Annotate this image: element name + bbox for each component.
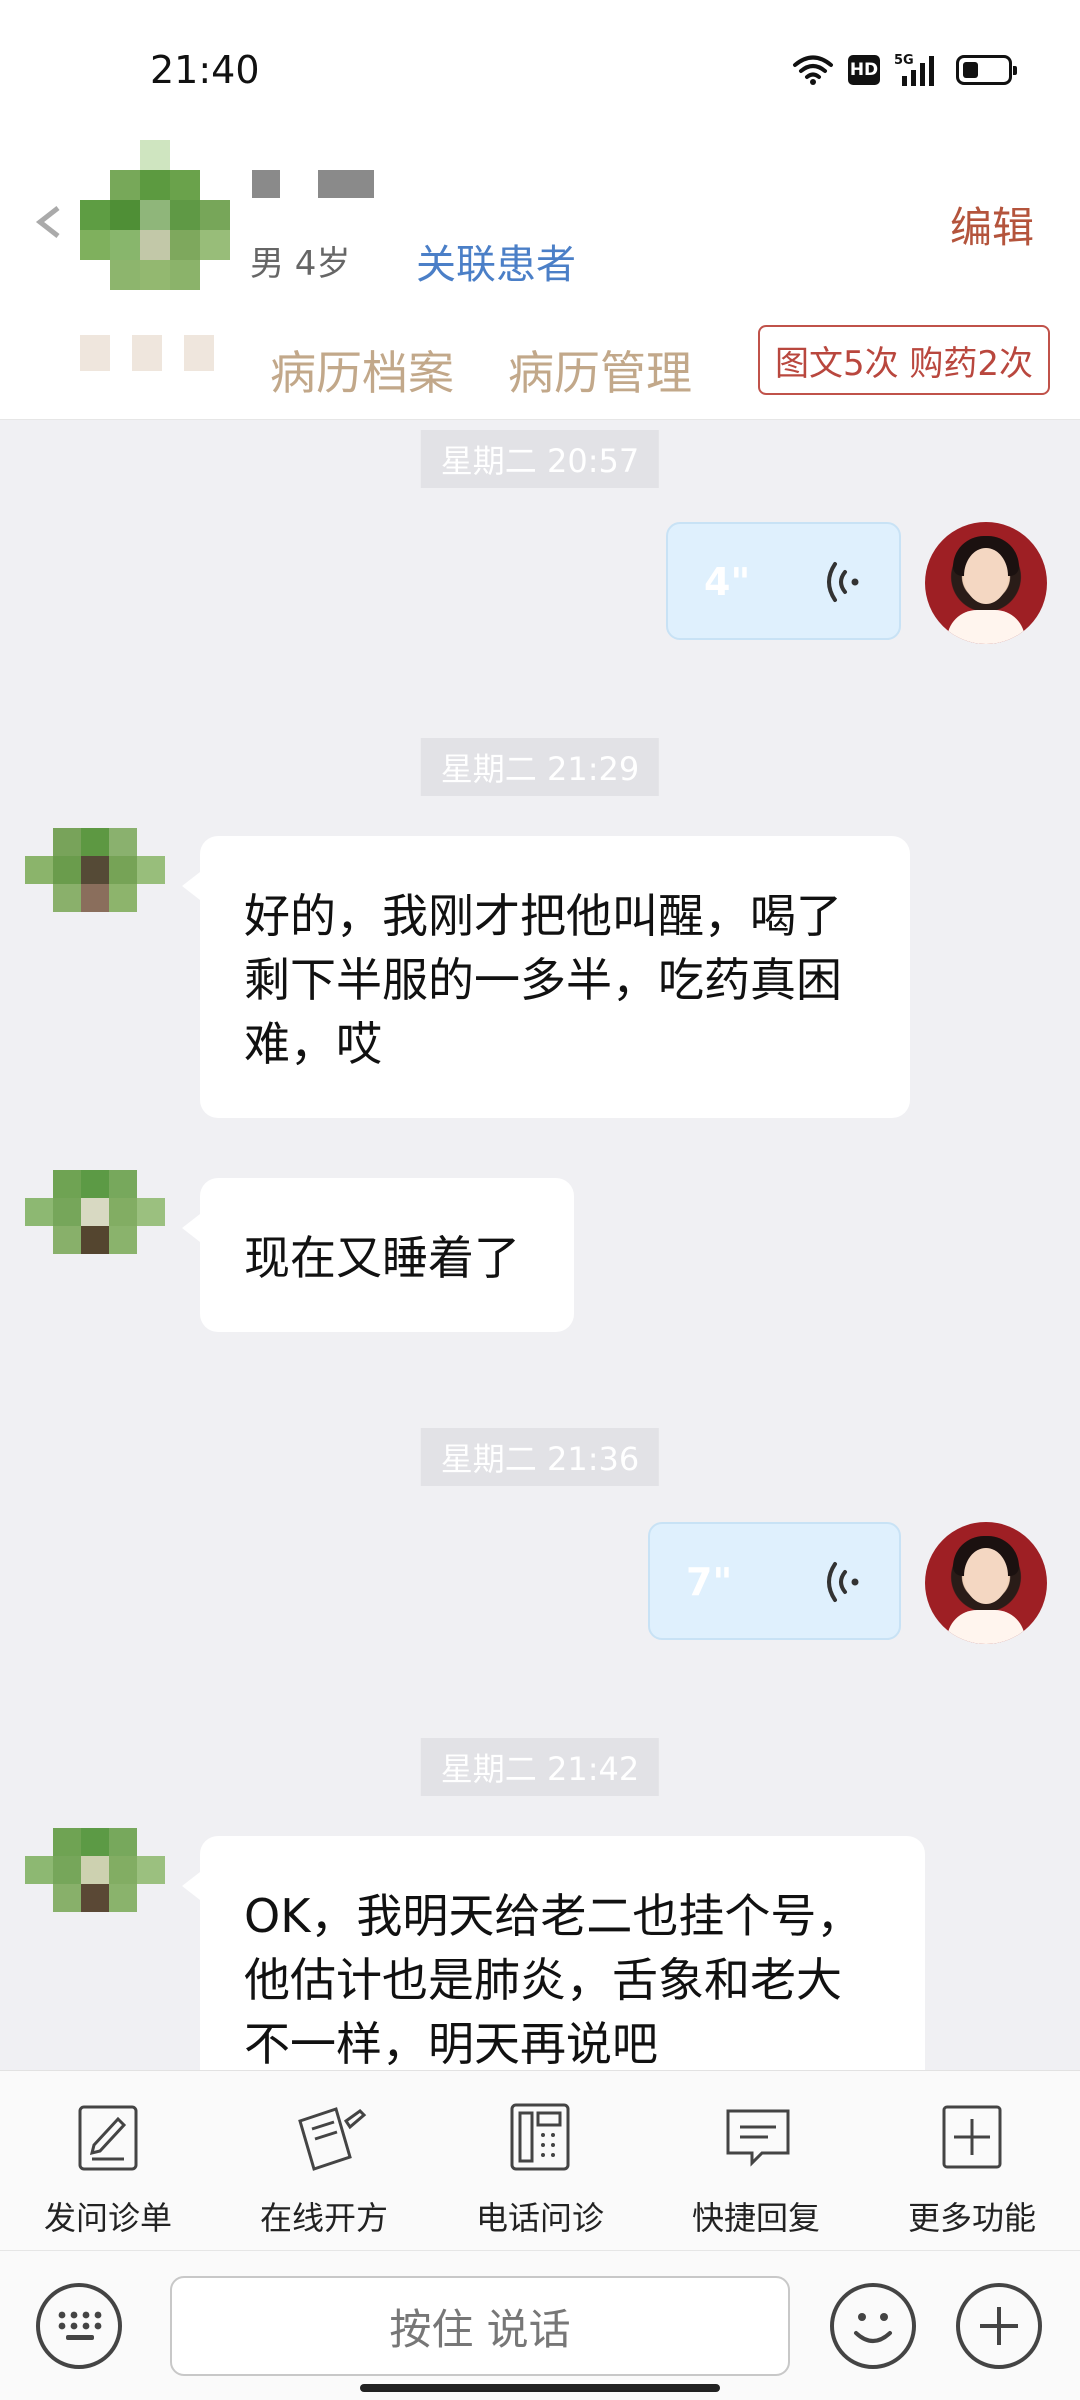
battery-level [963,62,978,78]
message-line: 剩下半服的一多半，吃药真困 [244,953,842,1007]
voice-message[interactable]: 7" [648,1522,901,1640]
voice-duration: 4" [704,560,751,604]
timestamp: 星期二 21:42 [420,1738,660,1796]
questionnaire-icon [78,2105,138,2171]
back-arrow-icon[interactable] [30,192,70,252]
tab-redacted[interactable] [80,335,214,371]
message-line: 好的，我刚才把他叫醒，喝了 [244,889,842,943]
timestamp: 星期二 21:29 [420,738,660,796]
voice-message[interactable]: 4" [666,522,901,640]
text-message[interactable]: 好的，我刚才把他叫醒，喝了 剩下半服的一多半，吃药真困 难，哎 [182,836,910,1118]
tool-label: 发问诊单 [43,2199,172,2237]
phone-consult-button[interactable]: 电话问诊 [450,2101,630,2241]
patient-chat-avatar[interactable] [25,1170,165,1282]
more-icon [942,2105,1002,2169]
prescription-icon [298,2107,367,2171]
network-label: 5G [894,53,914,68]
tool-label: 更多功能 [907,2199,1036,2237]
emoji-icon [854,2313,892,2343]
voice-wave-icon [827,1562,859,1602]
message-line: 现在又睡着了 [244,1231,520,1285]
hold-to-talk-button[interactable]: 按住 说话 [170,2276,790,2376]
patient-chat-avatar[interactable] [25,1828,165,1940]
quick-reply-button[interactable]: 快捷回复 [666,2101,846,2241]
send-questionnaire-button[interactable]: 发问诊单 [18,2101,198,2241]
edit-button[interactable]: 编辑 [950,194,1034,255]
patient-chat-avatar[interactable] [25,828,165,940]
signal-5g-icon: 5G [894,53,934,86]
hd-icon: HD [848,55,880,85]
doctor-avatar[interactable] [925,1522,1047,1644]
text-message[interactable]: 现在又睡着了 [182,1178,574,1332]
keyboard-icon [58,2311,102,2340]
phone-icon [510,2103,570,2171]
doctor-avatar[interactable] [925,522,1047,644]
emoji-button[interactable] [830,2283,916,2369]
header-tabs: 病历档案 病历管理 图文5次 购药2次 [0,325,1080,405]
message-line: 他估计也是肺炎，舌象和老大 [244,1953,842,2007]
keyboard-toggle-button[interactable] [36,2283,122,2369]
add-attachment-button[interactable] [956,2283,1042,2369]
link-patient-button[interactable]: 关联患者 [416,232,576,290]
tab-medical-archive[interactable]: 病历档案 [270,337,454,403]
service-quota-badge[interactable]: 图文5次 购药2次 [758,325,1050,395]
chat-header: 男 4岁 关联患者 编辑 病历档案 病历管理 图文5次 购药2次 [0,140,1080,420]
tool-label: 电话问诊 [475,2199,604,2237]
message-line: 不一样，明天再说吧 [244,2017,658,2070]
message-line: OK，我明天给老二也挂个号， [244,1889,863,1943]
battery-icon [956,55,1017,85]
home-indicator[interactable] [360,2384,720,2392]
voice-wave-icon [827,562,859,602]
quick-reply-icon [726,2109,790,2167]
function-toolbar: 发问诊单 在线开方 电话问诊 快捷回复 更多功能 [0,2070,1080,2250]
patient-gender-age: 男 4岁 [250,244,351,284]
chat-area[interactable]: 星期二 20:57 4" 星期二 21:29 好的，我刚才把他叫醒，喝了 剩下半… [0,420,1080,2070]
tool-label: 快捷回复 [691,2199,820,2237]
patient-name-redacted [252,170,374,198]
more-functions-button[interactable]: 更多功能 [882,2101,1062,2241]
text-message[interactable]: OK，我明天给老二也挂个号， 他估计也是肺炎，舌象和老大 不一样，明天再说吧 [182,1836,925,2070]
patient-avatar[interactable] [80,140,230,290]
online-prescription-button[interactable]: 在线开方 [234,2101,414,2241]
tab-medical-management[interactable]: 病历管理 [508,337,692,403]
tool-label: 在线开方 [259,2199,388,2237]
timestamp: 星期二 20:57 [420,430,660,488]
wifi-icon [793,55,833,85]
input-bar: 按住 说话 [0,2250,1080,2400]
status-icons: HD 5G [792,52,1017,88]
timestamp: 星期二 21:36 [420,1428,660,1486]
status-bar: 21:40 HD 5G [0,0,1080,140]
message-line: 难，哎 [244,1017,382,1071]
status-time: 21:40 [150,48,260,92]
voice-duration: 7" [686,1560,733,1604]
plus-icon [980,2307,1018,2345]
